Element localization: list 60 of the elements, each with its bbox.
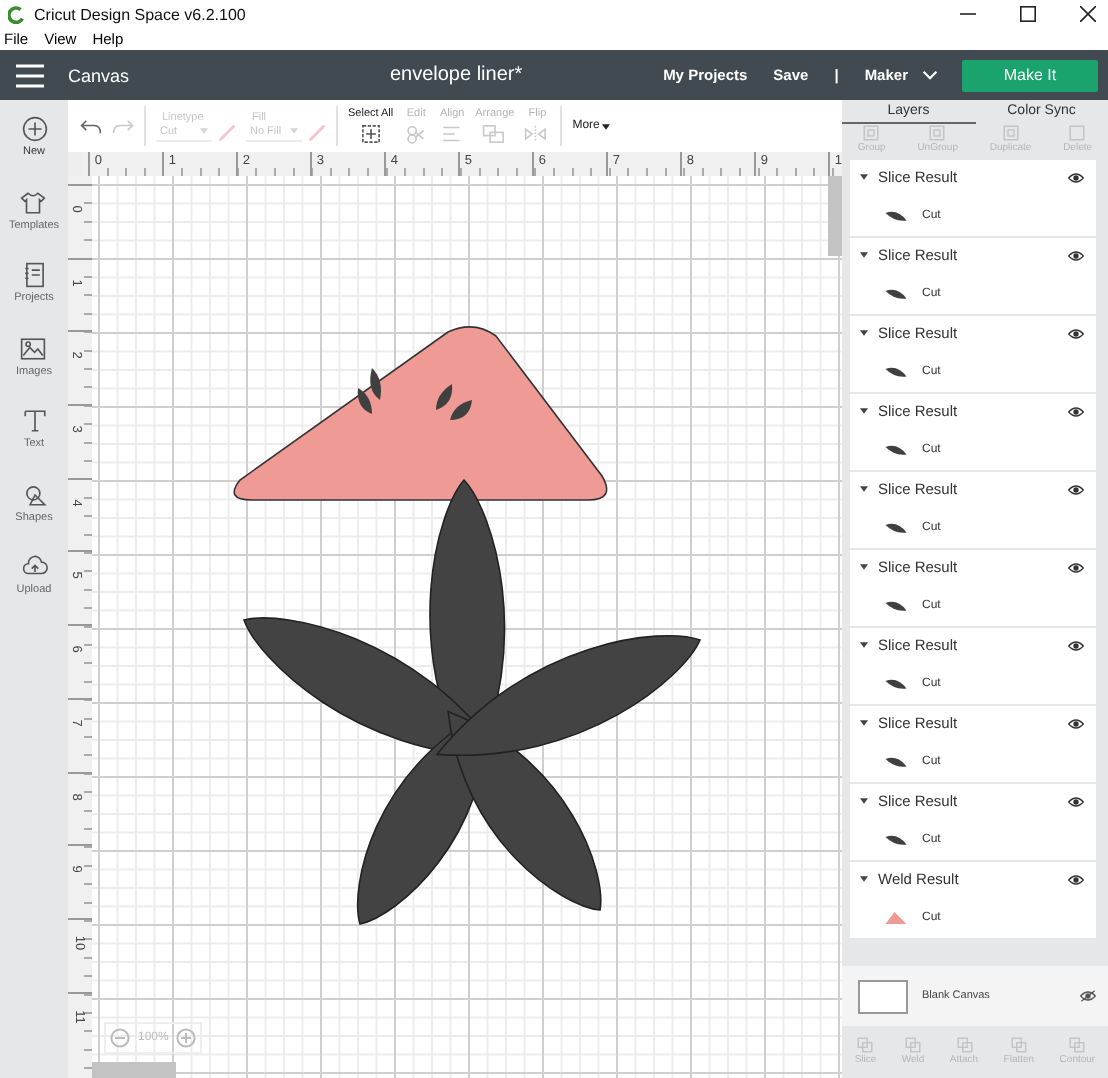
collapse-caret-icon[interactable] bbox=[860, 174, 868, 180]
action-icon bbox=[904, 1035, 923, 1053]
text-icon bbox=[21, 408, 47, 434]
cloud-upload-icon bbox=[21, 554, 47, 580]
project-name: envelope liner* bbox=[389, 64, 523, 86]
maximize-icon[interactable] bbox=[1020, 6, 1036, 22]
collapse-caret-icon[interactable] bbox=[860, 408, 868, 414]
window-title: Cricut Design Space v6.2.100 bbox=[34, 5, 246, 23]
action-icon bbox=[928, 124, 947, 142]
scrollbar-thumb[interactable] bbox=[828, 176, 842, 256]
eye-icon[interactable] bbox=[1080, 990, 1096, 1002]
action-icon bbox=[1068, 124, 1087, 142]
eye-icon[interactable] bbox=[1068, 561, 1084, 573]
canvas-swatch[interactable] bbox=[858, 979, 908, 1013]
eye-icon[interactable] bbox=[1068, 327, 1084, 339]
select-all-icon bbox=[357, 124, 384, 144]
action-icon bbox=[862, 124, 881, 142]
action-icon bbox=[856, 1035, 875, 1053]
action-icon bbox=[1001, 124, 1020, 142]
action-icon bbox=[955, 1035, 973, 1053]
eye-icon[interactable] bbox=[1068, 873, 1084, 885]
eye-icon[interactable] bbox=[1068, 483, 1084, 495]
eye-icon[interactable] bbox=[1068, 249, 1084, 261]
action-icon bbox=[1009, 1035, 1028, 1053]
collapse-caret-icon[interactable] bbox=[860, 798, 868, 804]
eye-icon[interactable] bbox=[1068, 795, 1084, 807]
menu-icon[interactable] bbox=[16, 63, 44, 87]
notebook-icon bbox=[21, 262, 47, 288]
collapse-caret-icon[interactable] bbox=[860, 564, 868, 570]
arrange-icon bbox=[481, 124, 508, 144]
align-icon bbox=[439, 124, 466, 144]
triangle-shape[interactable] bbox=[233, 326, 608, 501]
make-it-button[interactable]: Make It bbox=[962, 59, 1098, 91]
shirt-icon bbox=[20, 189, 47, 215]
eye-icon[interactable] bbox=[1068, 639, 1084, 651]
app-logo-icon bbox=[8, 5, 26, 23]
collapse-caret-icon[interactable] bbox=[860, 876, 868, 882]
flip-icon bbox=[524, 124, 551, 144]
action-icon bbox=[1068, 1035, 1087, 1053]
plus-icon bbox=[21, 116, 47, 142]
caret-icon bbox=[922, 70, 938, 80]
close-icon[interactable] bbox=[1080, 6, 1096, 22]
eye-icon[interactable] bbox=[1068, 405, 1084, 417]
caret-icon bbox=[601, 123, 610, 129]
shapes-icon bbox=[21, 481, 47, 507]
collapse-caret-icon[interactable] bbox=[860, 642, 868, 648]
collapse-caret-icon[interactable] bbox=[860, 486, 868, 492]
undo-icon[interactable] bbox=[80, 117, 102, 135]
caret-icon bbox=[200, 128, 208, 134]
eye-icon[interactable] bbox=[1068, 171, 1084, 183]
scrollbar-thumb[interactable] bbox=[92, 1062, 176, 1078]
image-icon bbox=[20, 335, 47, 361]
eye-icon[interactable] bbox=[1068, 717, 1084, 729]
collapse-caret-icon[interactable] bbox=[860, 252, 868, 258]
page-title: Canvas bbox=[68, 65, 130, 85]
collapse-caret-icon[interactable] bbox=[860, 720, 868, 726]
collapse-caret-icon[interactable] bbox=[860, 330, 868, 336]
flower-shape[interactable] bbox=[243, 479, 701, 925]
edit-icon bbox=[403, 124, 430, 144]
caret-icon bbox=[290, 128, 298, 134]
